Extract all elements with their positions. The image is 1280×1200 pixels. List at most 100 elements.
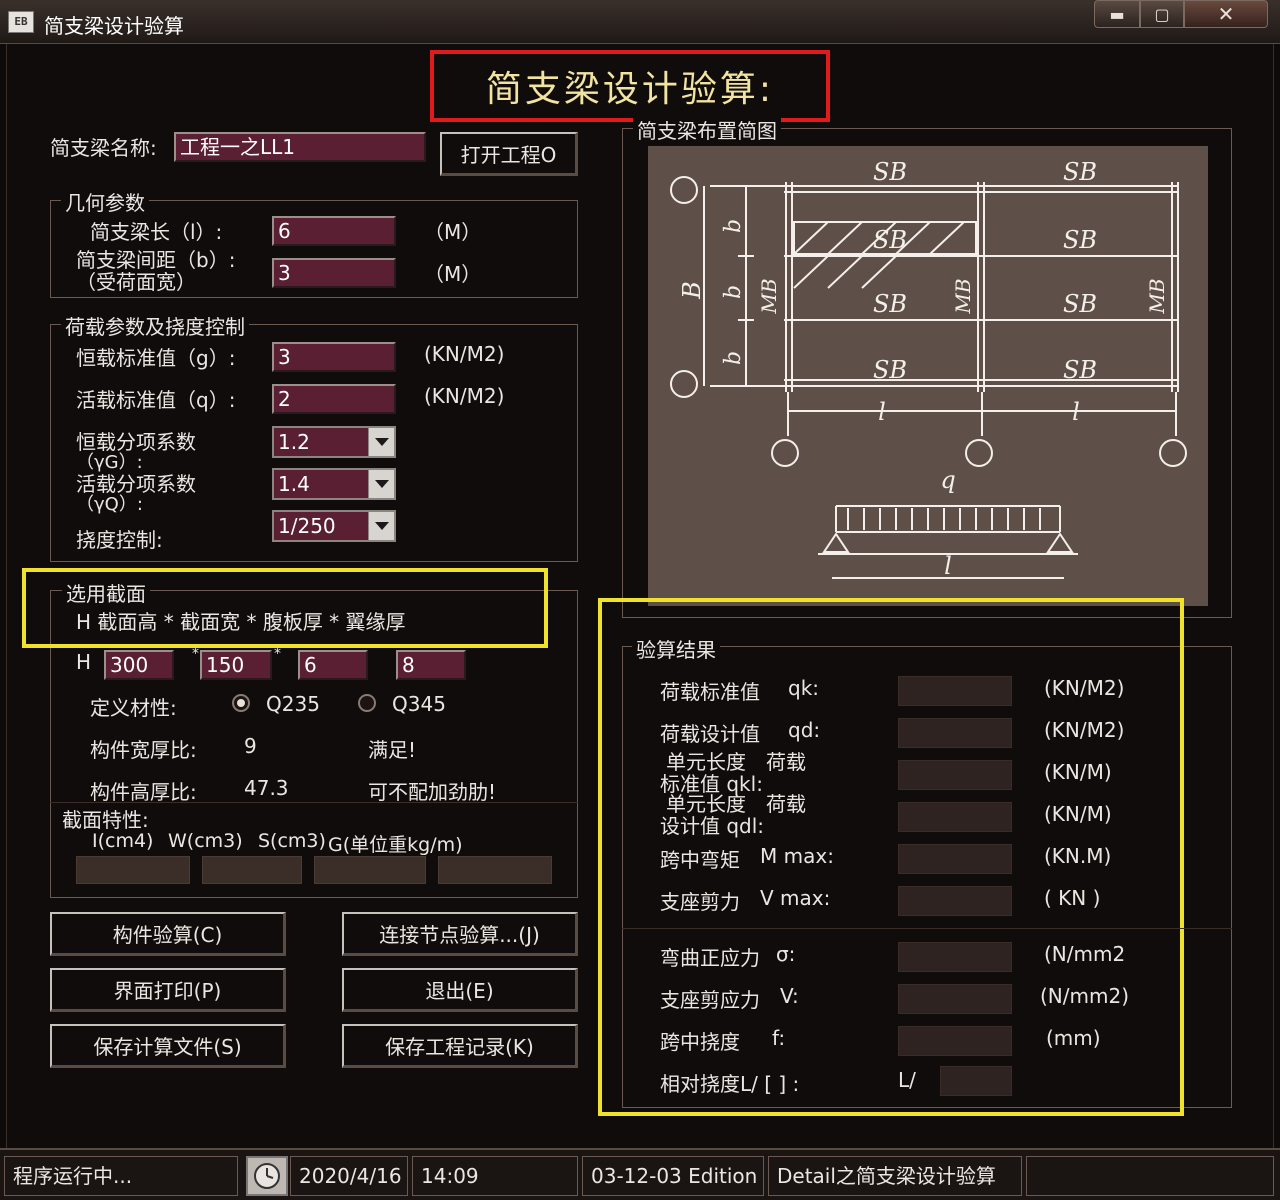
sb-label: SB	[873, 356, 907, 384]
chevron-down-icon[interactable]	[368, 512, 394, 540]
title-bar: EB 简支梁设计验算 ▬ ▢ ✕	[0, 0, 1280, 44]
mb-label: MB	[757, 278, 781, 314]
result-label: 支座剪应力	[660, 988, 760, 1012]
sb-label: SB	[1063, 226, 1097, 254]
result-shear-stress-value	[898, 984, 1012, 1014]
prop-col-g: G(单位重kg/m)	[328, 834, 463, 856]
q345-radio[interactable]	[358, 694, 376, 712]
result-label-line2: 设计值 qdl:	[660, 814, 765, 838]
project-name-label: 简支梁名称:	[50, 136, 157, 160]
maximize-button[interactable]: ▢	[1140, 0, 1184, 28]
deflection-control-label: 挠度控制:	[76, 528, 163, 552]
result-qd-value	[898, 718, 1012, 748]
clock-icon-svg	[254, 1163, 280, 1189]
rel-deflection-value	[940, 1066, 1012, 1096]
divider	[622, 928, 1232, 929]
exit-button[interactable]: 退出(E)	[342, 968, 578, 1012]
result-qkl-value	[898, 760, 1012, 790]
close-button[interactable]: ✕	[1184, 0, 1268, 28]
status-state: 程序运行中...	[4, 1156, 238, 1196]
beam-span-label: l	[944, 552, 952, 580]
section-web-field[interactable]: 6	[298, 650, 368, 680]
maximize-icon: ▢	[1154, 4, 1170, 24]
save-calc-button[interactable]: 保存计算文件(S)	[50, 1024, 286, 1068]
b-label: b	[721, 351, 746, 365]
sb-label: SB	[873, 290, 907, 318]
status-date: 2020/4/16	[290, 1156, 408, 1196]
window-title: 简支梁设计验算	[44, 14, 184, 38]
section-h-prefix: H	[76, 650, 92, 674]
b-label: b	[721, 219, 746, 233]
results-group-title: 验算结果	[632, 634, 720, 663]
sb-label: SB	[1063, 158, 1097, 186]
result-symbol: V:	[780, 984, 799, 1008]
sb-label: SB	[873, 158, 907, 186]
beam-length-unit: （M）	[424, 220, 482, 244]
span-length-label: l	[878, 398, 886, 426]
height-thickness-label: 构件高厚比:	[90, 780, 197, 804]
project-name-field[interactable]: 工程一之LL1	[174, 132, 426, 162]
beam-spacing-unit: （M）	[424, 262, 482, 286]
load-q-label: q	[940, 466, 955, 494]
result-symbol: M max:	[760, 844, 834, 868]
result-unit: (KN/M)	[1044, 760, 1112, 784]
dead-load-unit: (KN/M2)	[424, 342, 505, 366]
width-thickness-label: 构件宽厚比:	[90, 738, 197, 762]
section-sep: *	[192, 646, 199, 662]
status-time: 14:09	[412, 1156, 578, 1196]
section-flange-field[interactable]: 8	[396, 650, 466, 680]
chevron-down-icon[interactable]	[368, 470, 394, 498]
status-edition: 03-12-03 Edition	[582, 1156, 764, 1196]
prop-w-value	[202, 856, 302, 884]
result-unit: (KN/M2)	[1044, 676, 1124, 700]
dead-load-field[interactable]: 3	[272, 342, 396, 372]
rel-deflection-prefix: L/	[898, 1068, 916, 1092]
beam-length-label: 简支梁长（l）:	[90, 220, 223, 244]
result-unit: (KN/M)	[1044, 802, 1112, 826]
gamma-g-value: 1.2	[278, 430, 310, 454]
prop-col-s: S(cm3)	[258, 830, 326, 852]
deflection-control-select[interactable]: 1/250	[272, 510, 396, 542]
divider	[50, 802, 578, 803]
page-title: 简支梁设计验算:	[485, 69, 775, 110]
result-symbol: qd:	[788, 718, 821, 742]
check-joint-button[interactable]: 连接节点验算...(J)	[342, 912, 578, 956]
result-vmax-value	[898, 886, 1012, 916]
open-project-button[interactable]: 打开工程O	[440, 132, 578, 176]
section-width-field[interactable]: 150	[200, 650, 272, 680]
result-symbol: f:	[772, 1026, 786, 1050]
q235-label: Q235	[266, 692, 320, 716]
geometry-group-title: 几何参数	[61, 187, 149, 216]
status-bar: 程序运行中... 2020/4/16 14:09 03-12-03 Editio…	[0, 1148, 1280, 1200]
dead-load-label: 恒载标准值（g）:	[76, 346, 236, 370]
result-unit: (N/mm2)	[1040, 984, 1129, 1008]
beam-length-field[interactable]: 6	[272, 216, 396, 246]
section-height-field[interactable]: 300	[104, 650, 174, 680]
prop-col-w: W(cm3)	[168, 830, 243, 852]
save-record-button[interactable]: 保存工程记录(K)	[342, 1024, 578, 1068]
result-label: 弯曲正应力	[660, 946, 760, 970]
section-sep: *	[274, 646, 281, 662]
sb-label: SB	[873, 226, 907, 254]
q235-radio[interactable]	[232, 694, 250, 712]
rel-deflection-label: 相对挠度L/ [ ] :	[660, 1072, 800, 1096]
beam-spacing-field[interactable]: 3	[272, 258, 396, 288]
result-qdl-value	[898, 802, 1012, 832]
height-thickness-status: 可不配加劲肋!	[368, 780, 497, 804]
chevron-down-icon[interactable]	[368, 428, 394, 456]
result-label: 荷载标准值	[660, 680, 760, 704]
status-extra	[1026, 1156, 1274, 1196]
gamma-q-value: 1.4	[278, 472, 310, 496]
gamma-q-select[interactable]: 1.4	[272, 468, 396, 500]
result-unit: (N/mm2)	[1044, 942, 1124, 966]
result-deflection-value	[898, 1026, 1012, 1056]
print-button[interactable]: 界面打印(P)	[50, 968, 286, 1012]
check-member-button[interactable]: 构件验算(C)	[50, 912, 286, 956]
live-load-field[interactable]: 2	[272, 384, 396, 414]
mb-label: MB	[951, 278, 975, 314]
gamma-g-select[interactable]: 1.2	[272, 426, 396, 458]
minimize-button[interactable]: ▬	[1094, 0, 1140, 28]
prop-i-value	[76, 856, 190, 884]
width-thickness-status: 满足!	[368, 738, 417, 762]
result-qk-value	[898, 676, 1012, 706]
